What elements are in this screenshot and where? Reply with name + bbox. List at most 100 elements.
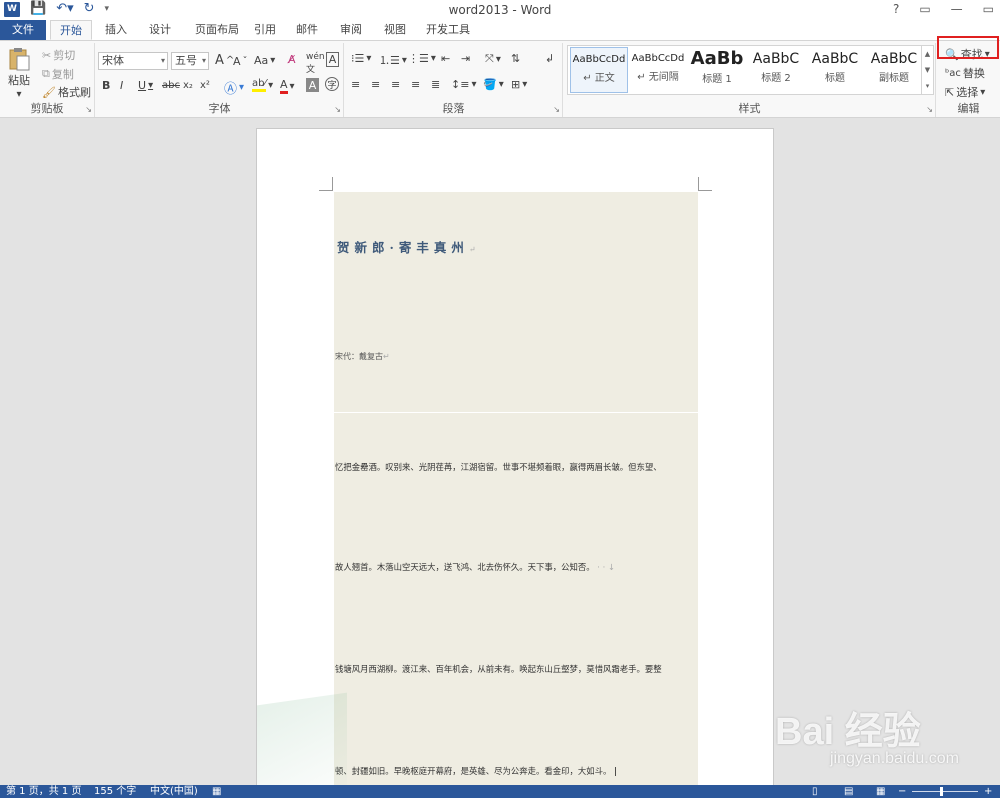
line-spacing-button[interactable]: ↕≡ ▾ bbox=[451, 78, 476, 91]
baidu-watermark: Bai 经验 jingyan.baidu.com bbox=[775, 700, 1000, 785]
bold-button[interactable]: B bbox=[102, 79, 110, 92]
help-button[interactable]: ? bbox=[893, 2, 899, 16]
font-size-value: 五号 bbox=[175, 54, 197, 67]
tab-mailings[interactable]: 邮件 bbox=[292, 20, 322, 40]
read-mode-icon[interactable]: ▯ bbox=[812, 785, 818, 798]
subscript-button[interactable]: x₂ bbox=[183, 80, 193, 91]
tab-home[interactable]: 开始 bbox=[50, 20, 92, 40]
tab-developer[interactable]: 开发工具 bbox=[422, 20, 474, 40]
italic-button[interactable]: I bbox=[120, 79, 123, 92]
align-right-icon: ≡ bbox=[391, 78, 401, 91]
copy-button[interactable]: ⧉ 复制 bbox=[42, 66, 74, 82]
highlight-button[interactable]: ab⁄ ▾ bbox=[252, 78, 273, 92]
underline-button[interactable]: U ▾ bbox=[138, 79, 153, 92]
align-right-button[interactable]: ≡ bbox=[391, 78, 400, 91]
enclose-characters-button[interactable]: 字 bbox=[325, 77, 339, 91]
align-left-button[interactable]: ≡ bbox=[351, 78, 360, 91]
tab-insert[interactable]: 插入 bbox=[98, 20, 134, 40]
grow-font-button[interactable]: A ^ bbox=[215, 53, 234, 68]
author-line[interactable]: 宋代：戴复古↵ bbox=[335, 351, 697, 362]
styles-gallery-scroll[interactable]: ▲ ▼ ▾ bbox=[922, 45, 934, 95]
poem-line-1[interactable]: 忆把金罍酒。叹别来、光阴荏苒，江湖宿留。世事不堪频着眼，赢得两眉长皱。但东望、 bbox=[335, 461, 697, 473]
paste-button[interactable]: 粘贴 ▾ bbox=[8, 47, 30, 100]
web-layout-icon[interactable]: ▦ bbox=[876, 785, 885, 798]
restore-button[interactable]: ▭ bbox=[983, 2, 994, 16]
style-no-spacing[interactable]: AaBbCcDd ↵ 无间隔 bbox=[629, 47, 687, 93]
character-border-icon: A bbox=[328, 53, 337, 66]
tab-file[interactable]: 文件 bbox=[0, 20, 46, 40]
cut-button[interactable]: ✂ 剪切 bbox=[42, 47, 75, 63]
style-preview: AaBbCcDd bbox=[572, 54, 626, 65]
zoom-in-icon[interactable]: + bbox=[984, 785, 992, 798]
style-preview: AaBbC bbox=[870, 51, 918, 67]
language-indicator[interactable]: 中文(中国) bbox=[150, 785, 198, 798]
character-border-button[interactable]: A bbox=[326, 52, 339, 67]
style-subtitle[interactable]: AaBbC 副标题 bbox=[865, 47, 923, 93]
multilevel-list-button[interactable]: ⋮☰ ▾ bbox=[408, 52, 436, 65]
font-launcher-icon[interactable]: ↘ bbox=[334, 105, 341, 114]
font-group: 宋体 ▾ 五号 ▾ A ^ Aˇ Aa ▾ A̸ wén 文 A B I U ▾ abc… bbox=[96, 43, 344, 117]
text-effects-button[interactable]: Ⓐ ▾ bbox=[224, 78, 244, 97]
word-count[interactable]: 155 个字 bbox=[94, 785, 136, 798]
style-normal[interactable]: AaBbCcDd ↵ 正文 bbox=[570, 47, 628, 93]
character-shading-button[interactable]: A bbox=[306, 78, 319, 92]
superscript-button[interactable]: x² bbox=[200, 80, 210, 91]
style-heading-1[interactable]: AaBb 标题 1 bbox=[688, 47, 746, 93]
document-page[interactable]: 贺新郎·寄丰真州↵ 宋代：戴复古↵ 忆把金罍酒。叹别来、光阴荏苒，江湖宿留。世事… bbox=[256, 128, 774, 785]
chinese-layout-button[interactable]: ⤧ ▾ bbox=[485, 52, 501, 66]
zoom-out-icon[interactable]: − bbox=[898, 785, 906, 798]
replace-button[interactable]: ᵇac 替换 bbox=[945, 65, 985, 81]
poem-line-4[interactable]: 顿、封疆如旧。早晚枢庭开幕府，是英雄、尽为公奔走。看金印，大如斗。 | bbox=[335, 765, 697, 777]
font-name-combo[interactable]: 宋体 ▾ bbox=[98, 52, 168, 70]
style-title[interactable]: AaBbC 标题 bbox=[806, 47, 864, 93]
bullets-button[interactable]: ⁝☰ ▾ bbox=[351, 52, 371, 65]
document-area[interactable]: 贺新郎·寄丰真州↵ 宋代：戴复古↵ 忆把金罍酒。叹别来、光阴荏苒，江湖宿留。世事… bbox=[0, 118, 1000, 785]
zoom-slider-thumb[interactable] bbox=[940, 787, 943, 796]
shrink-font-icon: A bbox=[233, 55, 241, 68]
show-marks-button[interactable]: ↲ bbox=[545, 52, 554, 65]
poem-line-3[interactable]: 钱塘风月西湖柳。渡江来、百年机会，从前未有。唤起东山丘壑梦，莫惜风霜老手。要整 bbox=[335, 663, 697, 675]
scroll-down-icon[interactable]: ▼ bbox=[925, 66, 930, 74]
change-case-button[interactable]: Aa ▾ bbox=[254, 54, 275, 67]
style-heading-2[interactable]: AaBbC 标题 2 bbox=[747, 47, 805, 93]
zoom-slider[interactable] bbox=[912, 791, 978, 792]
ribbon-display-button[interactable]: ▭ bbox=[919, 2, 930, 16]
shrink-font-button[interactable]: Aˇ bbox=[233, 55, 248, 68]
decrease-indent-button[interactable]: ⇤ bbox=[441, 52, 450, 65]
font-color-button[interactable]: A ▾ bbox=[280, 78, 295, 94]
increase-indent-button[interactable]: ⇥ bbox=[461, 52, 470, 65]
justify-button[interactable]: ≡ bbox=[411, 78, 420, 91]
tab-references[interactable]: 引用 bbox=[250, 20, 280, 40]
strikethrough-button[interactable]: abc bbox=[162, 80, 180, 91]
shading-button[interactable]: 🪣 ▾ bbox=[483, 78, 504, 91]
distributed-button[interactable]: ≣ bbox=[431, 78, 440, 91]
numbering-button[interactable]: ⒈☰ ▾ bbox=[379, 52, 407, 68]
align-center-button[interactable]: ≡ bbox=[371, 78, 380, 91]
styles-launcher-icon[interactable]: ↘ bbox=[926, 105, 933, 114]
print-layout-icon[interactable]: ▤ bbox=[844, 785, 853, 798]
styles-group-label: 样式 bbox=[738, 102, 761, 115]
tab-review[interactable]: 审阅 bbox=[336, 20, 366, 40]
paragraph-launcher-icon[interactable]: ↘ bbox=[553, 105, 560, 114]
phonetic-guide-button[interactable]: wén 文 bbox=[306, 52, 325, 75]
clear-formatting-button[interactable]: A̸ bbox=[288, 53, 296, 66]
document-title[interactable]: 贺新郎·寄丰真州↵ bbox=[337, 237, 481, 256]
tab-design[interactable]: 设计 bbox=[142, 20, 178, 40]
page-count[interactable]: 第 1 页，共 1 页 bbox=[6, 785, 81, 798]
poem-line-2[interactable]: 故人翘首。木落山空天远大，送飞鸿、北去伤怀久。天下事，公知否。 · · ↓ bbox=[335, 561, 697, 573]
format-painter-button[interactable]: 🖌 格式刷 bbox=[42, 84, 91, 100]
select-button[interactable]: ⇱ 选择 ▾ bbox=[945, 84, 985, 100]
clipboard-launcher-icon[interactable]: ↘ bbox=[85, 105, 92, 114]
enclose-characters-icon: 字 bbox=[327, 80, 337, 91]
font-size-combo[interactable]: 五号 ▾ bbox=[171, 52, 209, 70]
macro-record-icon[interactable]: ▦ bbox=[212, 785, 221, 798]
tab-view[interactable]: 视图 bbox=[380, 20, 410, 40]
more-styles-icon[interactable]: ▾ bbox=[926, 82, 930, 90]
tab-page-layout[interactable]: 页面布局 bbox=[186, 20, 248, 40]
minimize-button[interactable]: — bbox=[951, 2, 963, 16]
borders-button[interactable]: ⊞ ▾ bbox=[511, 78, 527, 91]
paste-dropdown-icon[interactable]: ▾ bbox=[16, 89, 21, 100]
clipboard-group-label: 剪贴板 bbox=[30, 102, 64, 115]
scroll-up-icon[interactable]: ▲ bbox=[925, 50, 930, 58]
sort-button[interactable]: ⇅ bbox=[511, 52, 520, 65]
